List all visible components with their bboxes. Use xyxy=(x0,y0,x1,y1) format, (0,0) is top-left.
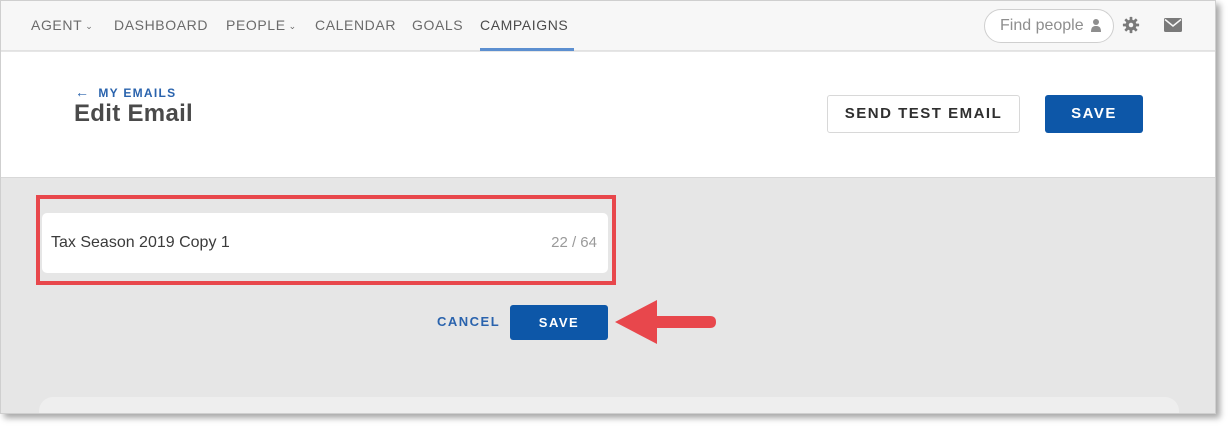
chevron-down-icon: ⌄ xyxy=(85,21,94,31)
nav-dashboard[interactable]: DASHBOARD xyxy=(114,1,208,51)
email-name-value: Tax Season 2019 Copy 1 xyxy=(51,234,230,251)
nav-campaigns-label: CAMPAIGNS xyxy=(480,17,569,33)
arrow-left-icon: ← xyxy=(75,84,91,100)
content-card xyxy=(39,397,1179,413)
save-name-button[interactable]: SAVE xyxy=(510,305,608,340)
page-header: ← MY EMAILS Edit Email SEND TEST EMAIL SA… xyxy=(1,52,1215,178)
send-test-email-button[interactable]: SEND TEST EMAIL xyxy=(827,95,1020,133)
nav-agent[interactable]: AGENT ⌄ xyxy=(31,1,93,51)
nav-campaigns[interactable]: CAMPAIGNS xyxy=(480,1,575,51)
mail-icon[interactable] xyxy=(1164,18,1182,32)
top-navigation: AGENT ⌄ DASHBOARD PEOPLE ⌄ CALENDAR GOALS … xyxy=(1,1,1215,51)
app-window: AGENT ⌄ DASHBOARD PEOPLE ⌄ CALENDAR GOALS … xyxy=(0,0,1216,414)
callout-arrow-icon xyxy=(615,300,716,344)
find-people-placeholder: Find people xyxy=(1000,17,1084,34)
header-save-button[interactable]: SAVE xyxy=(1045,95,1143,133)
chevron-down-icon: ⌄ xyxy=(288,21,297,31)
email-name-field[interactable]: Tax Season 2019 Copy 1 22 / 64 xyxy=(42,213,608,273)
nav-people[interactable]: PEOPLE ⌄ xyxy=(226,1,297,51)
person-icon xyxy=(1091,19,1101,32)
nav-calendar-label: CALENDAR xyxy=(315,17,397,33)
gear-icon[interactable] xyxy=(1122,16,1140,34)
nav-calendar[interactable]: CALENDAR xyxy=(315,1,396,51)
nav-agent-label: AGENT xyxy=(31,17,83,33)
back-link-my-emails[interactable]: ← MY EMAILS xyxy=(75,84,176,100)
page-title: Edit Email xyxy=(74,100,194,127)
nav-dashboard-label: DASHBOARD xyxy=(114,17,209,33)
nav-people-label: PEOPLE xyxy=(226,17,286,33)
char-counter: 22 / 64 xyxy=(551,234,597,251)
nav-goals[interactable]: GOALS xyxy=(412,1,463,51)
cancel-button[interactable]: CANCEL xyxy=(437,314,500,329)
nav-goals-label: GOALS xyxy=(412,17,464,33)
back-link-label: MY EMAILS xyxy=(98,86,177,100)
